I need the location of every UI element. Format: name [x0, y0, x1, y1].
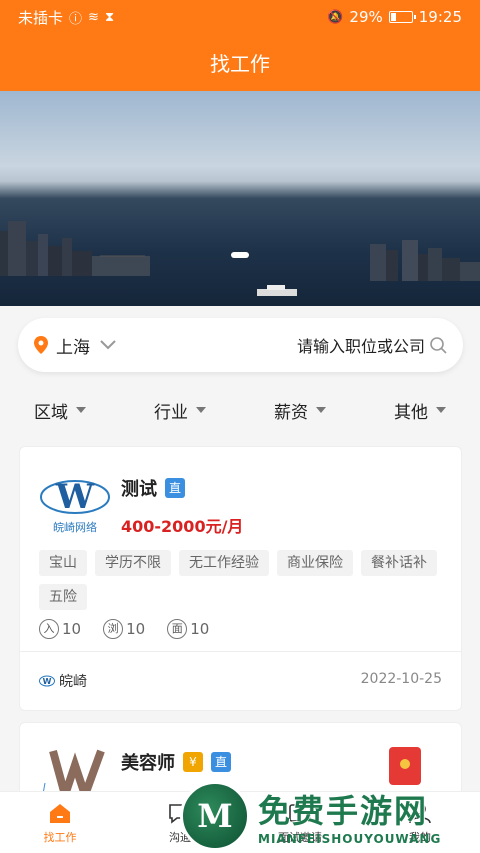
tag: 学历不限 [95, 550, 171, 576]
filter-label: 薪资 [274, 402, 308, 423]
interview-icon: 面 [167, 619, 188, 639]
post-date: 2022-10-25 [360, 671, 442, 687]
watermark: M 免费手游网 MIANFEISHOUYOUWANG [180, 778, 480, 853]
direct-badge: 直 [165, 478, 185, 498]
wifi-icon: ≋ [88, 9, 99, 25]
chevron-down-icon[interactable] [100, 340, 116, 350]
direct-badge: 直 [211, 752, 231, 772]
watermark-text: 免费手游网 MIANFEISHOUYOUWANG [258, 786, 441, 846]
job-title-row: 测试 直 [121, 475, 185, 501]
company-info[interactable]: W 皖崎 [39, 671, 87, 691]
banner-carousel[interactable] [0, 91, 480, 306]
tag-list: 宝山 学历不限 无工作经验 商业保险 餐补话补 五险 [39, 550, 449, 610]
company-logo-caption: 皖崎网络 [53, 520, 97, 534]
stat-value: 10 [190, 620, 210, 638]
hourglass-icon: ⧗ [104, 9, 115, 25]
battery-icon [388, 11, 416, 23]
tag: 宝山 [39, 550, 87, 576]
view-icon: 浏 [103, 619, 124, 639]
status-left: 未插卡 ⓘ ≋ ⧗ [18, 7, 114, 28]
tag: 无工作经验 [179, 550, 269, 576]
filter-other[interactable]: 其他 [360, 398, 480, 423]
tab-find-job[interactable]: 找工作 [0, 792, 120, 853]
watermark-logo: M [180, 780, 250, 851]
battery-percent: 29% [349, 8, 383, 26]
caret-down-icon [196, 407, 206, 413]
stat-entries: 入 10 [39, 619, 81, 639]
svg-text:W: W [43, 677, 52, 686]
tag: 五险 [39, 584, 87, 610]
search-icon[interactable] [429, 336, 447, 354]
job-title: 美容师 [121, 753, 175, 774]
tab-label: 找工作 [43, 830, 77, 844]
yen-badge: ¥ [183, 752, 203, 772]
job-title-row: 美容师 ¥ 直 [121, 749, 231, 775]
search-input[interactable]: 请输入职位或公司 [297, 333, 425, 357]
company-logo-small-icon: W [39, 675, 55, 687]
carrier-text: 未插卡 [18, 8, 64, 27]
job-card[interactable]: W 皖崎网络 测试 直 400-2000元/月 宝山 学历不限 无工作经验 商业… [19, 446, 462, 711]
stat-interviews: 面 10 [167, 619, 209, 639]
stat-value: 10 [126, 620, 146, 638]
filter-salary[interactable]: 薪资 [240, 398, 360, 423]
job-title: 测试 [121, 479, 157, 500]
tag: 商业保险 [277, 550, 353, 576]
city-selector[interactable]: 上海 [56, 333, 90, 358]
skyline-right-image [370, 240, 480, 281]
salary: 400-2000元/月 [121, 517, 244, 536]
job-stats: 入 10 浏 10 面 10 [39, 619, 209, 639]
caret-down-icon [76, 407, 86, 413]
clock: 19:25 [418, 8, 462, 26]
boat-image [257, 285, 297, 296]
caret-down-icon [316, 407, 326, 413]
carousel-indicator[interactable] [231, 252, 249, 258]
entry-icon: 入 [39, 619, 59, 639]
watermark-subtitle: MIANFEISHOUYOUWANG [258, 831, 442, 846]
app-header: 找工作 [0, 34, 480, 91]
filter-label: 区域 [34, 402, 68, 423]
home-icon [50, 803, 70, 823]
status-right: 🔕 29% 19:25 [327, 8, 462, 26]
company-logo-letter: W [55, 477, 95, 517]
filter-label: 其他 [394, 402, 428, 423]
page-title: 找工作 [210, 52, 270, 76]
mute-icon: 🔕 [327, 9, 344, 25]
filter-label: 行业 [154, 402, 188, 423]
watermark-title: 免费手游网 [258, 791, 429, 830]
status-bar: 未插卡 ⓘ ≋ ⧗ 🔕 29% 19:25 [0, 0, 480, 34]
skyline-left-image [0, 221, 150, 276]
stat-value: 10 [62, 620, 82, 638]
stat-views: 浏 10 [103, 619, 145, 639]
company-logo: W 皖崎网络 [40, 477, 110, 534]
location-pin-icon[interactable] [34, 336, 48, 354]
filter-industry[interactable]: 行业 [120, 398, 240, 423]
tag: 餐补话补 [361, 550, 437, 576]
company-name: 皖崎 [59, 674, 87, 690]
search-bar: 上海 请输入职位或公司 [18, 318, 463, 372]
sim-alert-icon: ⓘ [69, 11, 83, 27]
filter-region[interactable]: 区域 [0, 398, 120, 423]
divider [20, 651, 461, 652]
caret-down-icon [436, 407, 446, 413]
filter-bar: 区域 行业 薪资 其他 [0, 385, 480, 435]
